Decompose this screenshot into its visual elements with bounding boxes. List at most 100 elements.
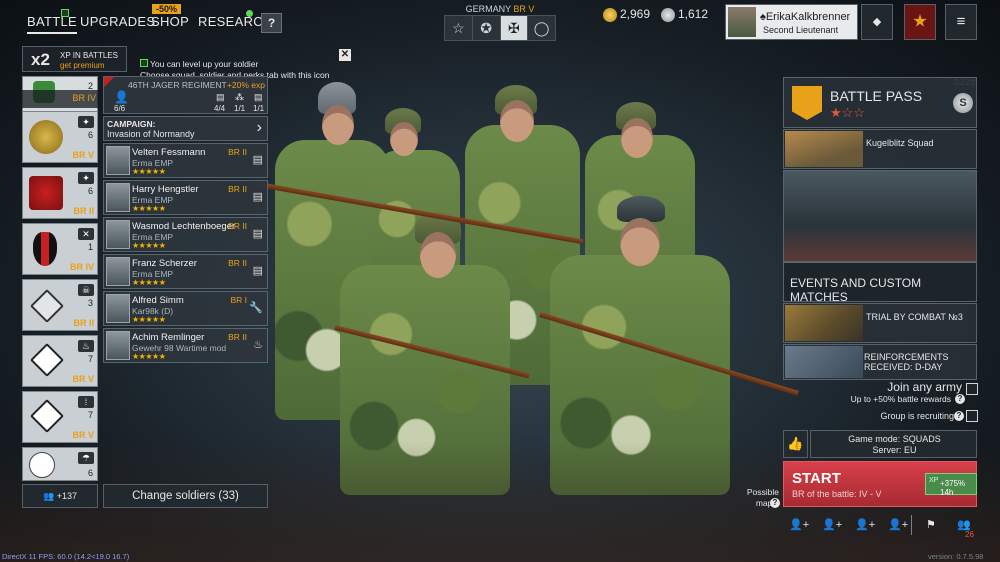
squad-emblem bbox=[30, 343, 64, 377]
campaign-selector[interactable]: CAMPAIGN: Invasion of Normandy › bbox=[103, 116, 268, 141]
star-icon[interactable]: ☆ bbox=[445, 16, 473, 40]
perks-icon[interactable]: ▤ bbox=[253, 227, 263, 240]
add-friend-icon[interactable]: 👤+ bbox=[789, 518, 809, 531]
event-item[interactable]: TRIAL BY COMBAT №3 bbox=[783, 303, 977, 343]
tab-shop[interactable]: SHOP bbox=[151, 14, 189, 29]
wrench-icon[interactable]: 🔧 bbox=[249, 301, 263, 314]
promo-line2[interactable]: get premium bbox=[60, 61, 104, 70]
hint-icon bbox=[140, 59, 148, 67]
silver-coin-icon bbox=[661, 7, 675, 22]
xp-bonus: +375% 14h bbox=[940, 479, 966, 497]
event-thumbnail bbox=[785, 305, 863, 341]
perks-icon[interactable]: ▤ bbox=[253, 264, 263, 277]
soldier-stars: ★★★★★ bbox=[132, 278, 166, 287]
menu-button[interactable]: ≡ bbox=[945, 4, 977, 40]
class-count: 1/1 bbox=[234, 104, 246, 113]
thumbs-up-button[interactable]: 👍 bbox=[783, 430, 808, 458]
battlepass-level-icon: S bbox=[953, 93, 973, 113]
squad-card[interactable]: ✕ 1 BR IV bbox=[22, 223, 98, 275]
soldier-row[interactable]: Franz Scherzer Erma EMP ★★★★★ BR II ▤ bbox=[103, 254, 268, 289]
help-icon[interactable]: ? bbox=[955, 394, 965, 404]
recruiting-checkbox[interactable] bbox=[966, 410, 978, 422]
flag-icon[interactable]: ⚑ bbox=[926, 518, 936, 531]
ammo-icon: ⁞ bbox=[78, 396, 94, 408]
squad-card[interactable]: ✦ 6 BR V bbox=[22, 111, 98, 163]
soldier-br: BR II bbox=[228, 184, 247, 194]
perks-icon[interactable]: ▤ bbox=[253, 190, 263, 203]
game-mode-selector[interactable]: Game mode: SQUADS Server: EU bbox=[810, 430, 977, 458]
soldier-name: Franz Scherzer bbox=[132, 258, 197, 269]
soldier-br: BR II bbox=[228, 221, 247, 231]
squad-exp-bonus: +20% exp bbox=[226, 80, 265, 90]
battlepass-reward[interactable]: Kugelblitz Squad bbox=[783, 129, 977, 169]
soldier-row[interactable]: Wasmod Lechtenboeger Erma EMP ★★★★★ BR II ▤ bbox=[103, 217, 268, 252]
close-hint-button[interactable]: ✕ bbox=[339, 49, 351, 61]
soldier-stars: ★★★★★ bbox=[132, 167, 166, 176]
cross-icon[interactable]: ✠ bbox=[500, 16, 529, 40]
squad-card[interactable]: ♨ 7 BR V bbox=[22, 335, 98, 387]
soldier-type-icon: ☠ bbox=[78, 284, 94, 296]
soldier-row[interactable]: Achim Remlinger Gewehr 98 Wartime mod ★★★★… bbox=[103, 328, 268, 363]
squad-br: BR V bbox=[72, 374, 94, 384]
add-friend-icon[interactable]: 👤+ bbox=[888, 518, 908, 531]
squad-emblem bbox=[30, 289, 64, 323]
help-button[interactable]: ? bbox=[261, 13, 282, 33]
squad-card[interactable]: ☠ 3 BR II bbox=[22, 279, 98, 331]
bonus-label: Up to +50% battle rewards bbox=[850, 394, 951, 404]
members-count: +137 bbox=[56, 491, 77, 501]
soldier-row[interactable]: Alfred Simm Kar98k (D) ★★★★★ BR I 🔧 bbox=[103, 291, 268, 326]
recruiting-label: Group is recruiting bbox=[880, 411, 954, 421]
rank-emblem[interactable] bbox=[904, 4, 936, 40]
members-button[interactable]: 👥 +137 bbox=[22, 484, 98, 508]
perks-icon[interactable]: ▤ bbox=[253, 153, 263, 166]
change-soldiers-button[interactable]: Change soldiers (33) bbox=[103, 484, 268, 508]
premium-promo[interactable]: x2 XP IN BATTLES get premium bbox=[22, 46, 127, 72]
soldier-name: Wasmod Lechtenboeger bbox=[132, 221, 236, 232]
gold-currency[interactable]: 2,969 bbox=[603, 7, 650, 22]
class-icon: ⁂ bbox=[235, 92, 244, 102]
squad-card[interactable]: ✦ 6 BR II bbox=[22, 167, 98, 219]
soldier-row[interactable]: Harry Hengstler Erma EMP ★★★★★ BR II ▤ bbox=[103, 180, 268, 215]
squad-card[interactable]: ☂ 6 bbox=[22, 447, 98, 481]
medal-icon[interactable]: ✪ bbox=[473, 16, 501, 40]
events-header[interactable]: EVENTS AND CUSTOM MATCHES bbox=[783, 262, 977, 304]
player-rank: Second Lieutenant bbox=[763, 25, 839, 35]
notification-dot bbox=[246, 10, 253, 17]
event-item[interactable]: REINFORCEMENTS RECEIVED: D-DAY bbox=[783, 344, 977, 380]
add-friend-icon[interactable]: 👤+ bbox=[855, 518, 875, 531]
help-icon[interactable]: ? bbox=[954, 411, 964, 421]
squad-card[interactable]: ⁞ 7 BR V bbox=[22, 391, 98, 443]
join-any-checkbox[interactable] bbox=[966, 383, 978, 395]
army-name: GERMANY bbox=[465, 4, 511, 14]
battlepass-stars: ★☆☆ bbox=[830, 105, 865, 120]
soldier-name: Alfred Simm bbox=[132, 295, 184, 306]
soldier-row[interactable]: Velten Fessmann Erma EMP ★★★★★ BR II ▤ bbox=[103, 143, 268, 178]
soldier-avatar bbox=[106, 331, 130, 360]
soldier-br: BR I bbox=[230, 295, 247, 305]
circle-icon[interactable]: ◯ bbox=[528, 16, 555, 40]
star-icon bbox=[913, 14, 927, 27]
event-banner-image[interactable] bbox=[783, 170, 977, 262]
gold-amount: 2,969 bbox=[620, 7, 651, 21]
battlepass-emblem bbox=[792, 86, 822, 120]
add-friend-icon[interactable]: 👤+ bbox=[822, 518, 842, 531]
battle-pass-card[interactable]: BATTLE PASS ★☆☆ S bbox=[783, 77, 977, 128]
flame-icon[interactable]: ♨ bbox=[253, 338, 263, 351]
soldier-head bbox=[620, 218, 660, 266]
xp-boost-badge[interactable]: XP +375% 14h bbox=[925, 473, 977, 497]
soldier-stars: ★★★★★ bbox=[132, 241, 166, 250]
rank-info-button[interactable]: ◆ bbox=[861, 4, 893, 40]
soldier-stars: ★★★★★ bbox=[132, 315, 166, 324]
silver-currency[interactable]: 1,612 bbox=[661, 7, 708, 22]
squad-count: 7 bbox=[87, 410, 93, 420]
tab-upgrades[interactable]: UPGRADES bbox=[80, 14, 155, 29]
profile-card[interactable]: ♠ErikaKalkbrenner Second Lieutenant bbox=[725, 4, 858, 40]
event-name: REINFORCEMENTS RECEIVED: D-DAY bbox=[864, 352, 949, 372]
help-icon[interactable]: ? bbox=[770, 498, 780, 508]
squad-count: 3 bbox=[87, 298, 93, 308]
tab-battle[interactable]: BATTLE bbox=[27, 14, 77, 34]
class-icon: ▤ bbox=[254, 92, 263, 102]
squad-br: BR IV bbox=[72, 93, 96, 103]
squad-count: 7 bbox=[87, 354, 93, 364]
squad-br: BR II bbox=[73, 206, 94, 216]
